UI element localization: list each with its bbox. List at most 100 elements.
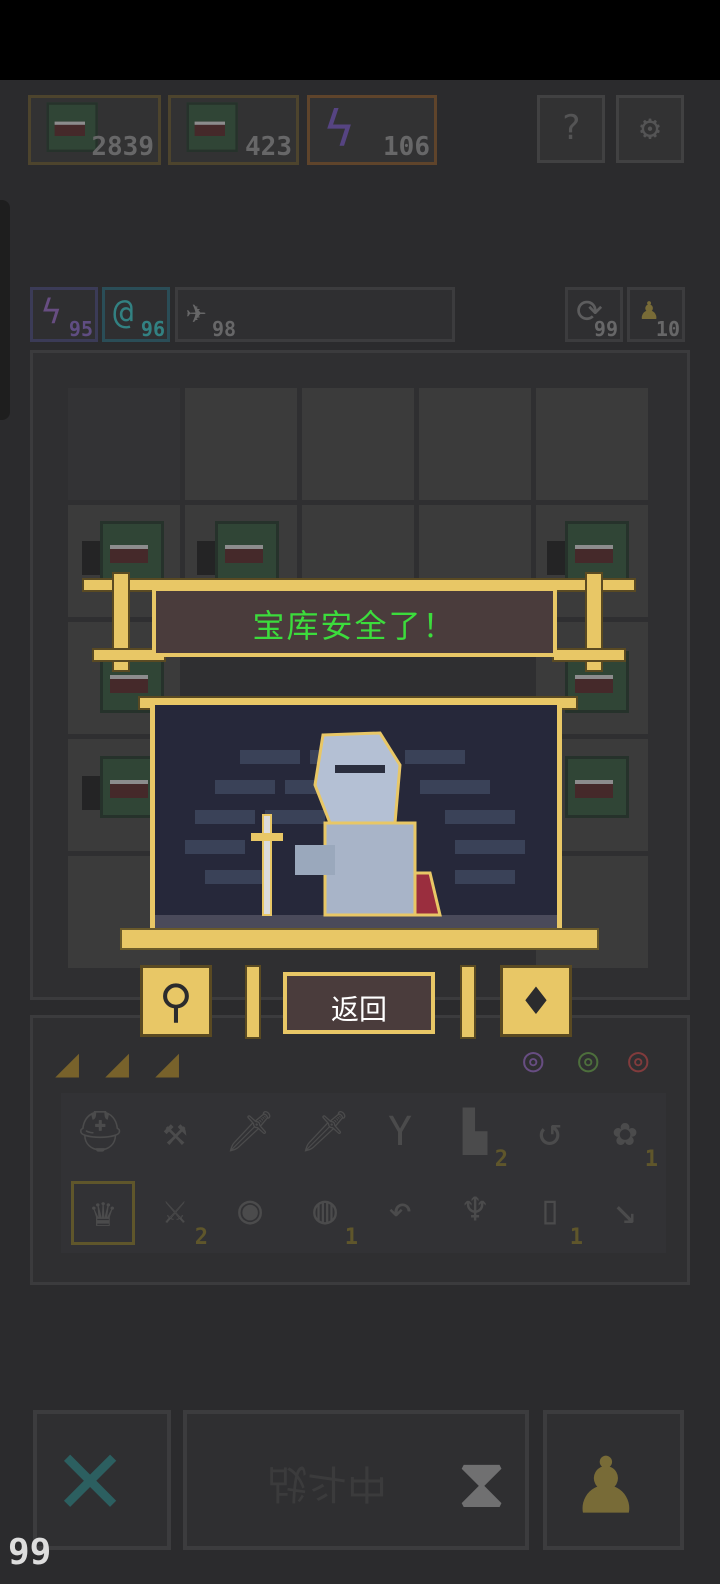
pawn-icon: ♟ bbox=[577, 1424, 635, 1536]
return-post-left bbox=[245, 965, 261, 1039]
counter-spiral: @ 96 bbox=[102, 287, 170, 342]
claw-icon: ♛ bbox=[90, 1190, 116, 1236]
sword-icon: 🗡 bbox=[224, 1109, 276, 1155]
cancel-button[interactable]: ✕ bbox=[33, 1410, 171, 1550]
counter-pawn: ♟ 10 bbox=[627, 287, 685, 342]
wedge-icon: ◢ bbox=[155, 1040, 180, 1086]
spiral-icon: @ bbox=[113, 292, 134, 332]
lightning-icon: ϟ bbox=[41, 292, 62, 332]
inventory-slots: ⛑ ⚒ 🗡 🗡 Y ▙ 2 ↺ ✿ 1 ♛ ⚔ 2 ◉ ◍ 1 ↶ ♆ ▯ 1 ↘ bbox=[61, 1093, 666, 1253]
inventory-item[interactable]: ⚔ 2 bbox=[146, 1181, 208, 1249]
boomerang-icon: ↶ bbox=[387, 1187, 413, 1233]
grid-cell[interactable] bbox=[419, 388, 531, 500]
counter-value: 10 bbox=[655, 317, 680, 341]
item-count: 1 bbox=[344, 1225, 358, 1250]
result-banner: 宝库安全了！ bbox=[152, 587, 557, 657]
close-icon: ✕ bbox=[57, 1411, 124, 1539]
grid-cell[interactable] bbox=[536, 388, 648, 500]
inventory-item[interactable]: ⚒ bbox=[146, 1103, 204, 1161]
inventory-item[interactable]: 🗡 bbox=[296, 1103, 354, 1161]
hourglass-icon: ⧗ bbox=[457, 1442, 507, 1524]
hammer-icon: ⚒ bbox=[162, 1109, 188, 1155]
question-icon: ? bbox=[560, 108, 582, 148]
ring-icon: ◎ bbox=[523, 1040, 544, 1080]
inventory-panel: ◢ ◢ ◢ ◎ ◎ ◎ ⛑ ⚒ 🗡 🗡 Y ▙ 2 ↺ ✿ 1 ♛ ⚔ 2 ◉ ◍ 1 … bbox=[30, 1015, 690, 1285]
counter-value: 95 bbox=[68, 317, 93, 341]
side-handle[interactable] bbox=[0, 200, 10, 420]
wedge-icon: ◢ bbox=[55, 1040, 80, 1086]
keyhole-button[interactable]: ⚲ bbox=[140, 965, 212, 1037]
result-title: 宝库安全了！ bbox=[252, 607, 457, 645]
resource-value: 106 bbox=[383, 132, 430, 162]
item-count: 2 bbox=[194, 1225, 208, 1250]
settings-button[interactable]: ⚙ bbox=[616, 95, 684, 163]
slingshot-icon: Y bbox=[387, 1109, 413, 1155]
inventory-item[interactable]: ↺ bbox=[521, 1103, 579, 1161]
ring-icon: ◎ bbox=[628, 1040, 649, 1080]
counter-value: 98 bbox=[212, 317, 237, 341]
green-monster-icon bbox=[553, 748, 633, 818]
resource-card-monsters-2: 423 bbox=[168, 95, 299, 165]
grid-cell[interactable] bbox=[302, 388, 414, 500]
pawn-button[interactable]: ♟ bbox=[543, 1410, 684, 1550]
mask-icon: ♆ bbox=[462, 1187, 488, 1233]
resource-card-energy: ϟ 106 bbox=[307, 95, 437, 165]
gem-icon: ♦ bbox=[522, 974, 550, 1028]
knight-illustration bbox=[155, 731, 557, 935]
helmet-icon: ⛑ bbox=[74, 1109, 126, 1155]
corner-counter: 99 bbox=[8, 1532, 52, 1573]
keyhole-icon: ⚲ bbox=[159, 974, 193, 1028]
gear-icon: ⚙ bbox=[639, 108, 661, 148]
sword-icon: 🗡 bbox=[299, 1109, 351, 1155]
banner-rail-bottom-right bbox=[552, 648, 626, 662]
jar-icon: ▯ bbox=[537, 1187, 563, 1233]
green-monster-icon bbox=[177, 96, 241, 152]
item-count: 1 bbox=[644, 1147, 658, 1172]
inventory-item[interactable]: ▯ 1 bbox=[521, 1181, 583, 1249]
inventory-item[interactable]: Y bbox=[371, 1103, 429, 1161]
item-count: 1 bbox=[569, 1225, 583, 1250]
counter-refresh: ⟳ 99 bbox=[565, 287, 623, 342]
shield-icon: ◉ bbox=[237, 1187, 263, 1233]
spear-icon: ↘ bbox=[612, 1187, 638, 1233]
return-post-right bbox=[460, 965, 476, 1039]
scythe-icon: ↺ bbox=[537, 1109, 563, 1155]
lightning-icon: ϟ bbox=[324, 100, 355, 158]
inventory-item[interactable]: ◍ 1 bbox=[296, 1181, 358, 1249]
inventory-item[interactable]: ⛑ bbox=[71, 1103, 129, 1161]
gem-button[interactable]: ♦ bbox=[500, 965, 572, 1037]
pipe-icon: ▙ bbox=[462, 1109, 488, 1155]
axe-icon: ⚔ bbox=[162, 1187, 188, 1233]
ring-icon: ◎ bbox=[578, 1040, 599, 1080]
wedge-icon: ◢ bbox=[105, 1040, 130, 1086]
grid-cell[interactable] bbox=[68, 388, 180, 500]
knight-scene bbox=[150, 700, 562, 940]
resource-value: 423 bbox=[245, 132, 292, 162]
resource-card-monsters-1: 2839 bbox=[28, 95, 161, 165]
battle-status-label: 战斗中 bbox=[267, 1460, 387, 1506]
green-monster-icon bbox=[197, 513, 283, 583]
inventory-item[interactable]: ↘ bbox=[596, 1181, 654, 1239]
inventory-item[interactable]: ◉ bbox=[221, 1181, 279, 1239]
item-count: 2 bbox=[494, 1147, 508, 1172]
return-label: 返回 bbox=[330, 993, 387, 1026]
battle-status-button[interactable]: 战斗中 ⧗ bbox=[183, 1410, 529, 1550]
counter-lightning: ϟ 95 bbox=[30, 287, 98, 342]
counter-value: 96 bbox=[140, 317, 165, 341]
grid-cell[interactable] bbox=[185, 388, 297, 500]
counter-bird: ✈ 98 bbox=[175, 287, 455, 342]
inventory-item[interactable]: 🗡 bbox=[221, 1103, 279, 1161]
resource-value: 2839 bbox=[91, 132, 154, 162]
inventory-item-selected[interactable]: ♛ bbox=[71, 1181, 135, 1245]
inventory-item[interactable]: ✿ 1 bbox=[596, 1103, 658, 1171]
status-bar bbox=[0, 0, 720, 80]
scene-pedestal bbox=[120, 928, 599, 950]
orb-icon: ◍ bbox=[312, 1187, 338, 1233]
counter-value: 99 bbox=[593, 317, 618, 341]
inventory-item[interactable]: ↶ bbox=[371, 1181, 429, 1239]
inventory-item[interactable]: ▙ 2 bbox=[446, 1103, 508, 1171]
return-button[interactable]: 返回 bbox=[283, 972, 435, 1034]
help-button[interactable]: ? bbox=[537, 95, 605, 163]
inventory-item[interactable]: ♆ bbox=[446, 1181, 504, 1239]
vine-icon: ✿ bbox=[612, 1109, 638, 1155]
